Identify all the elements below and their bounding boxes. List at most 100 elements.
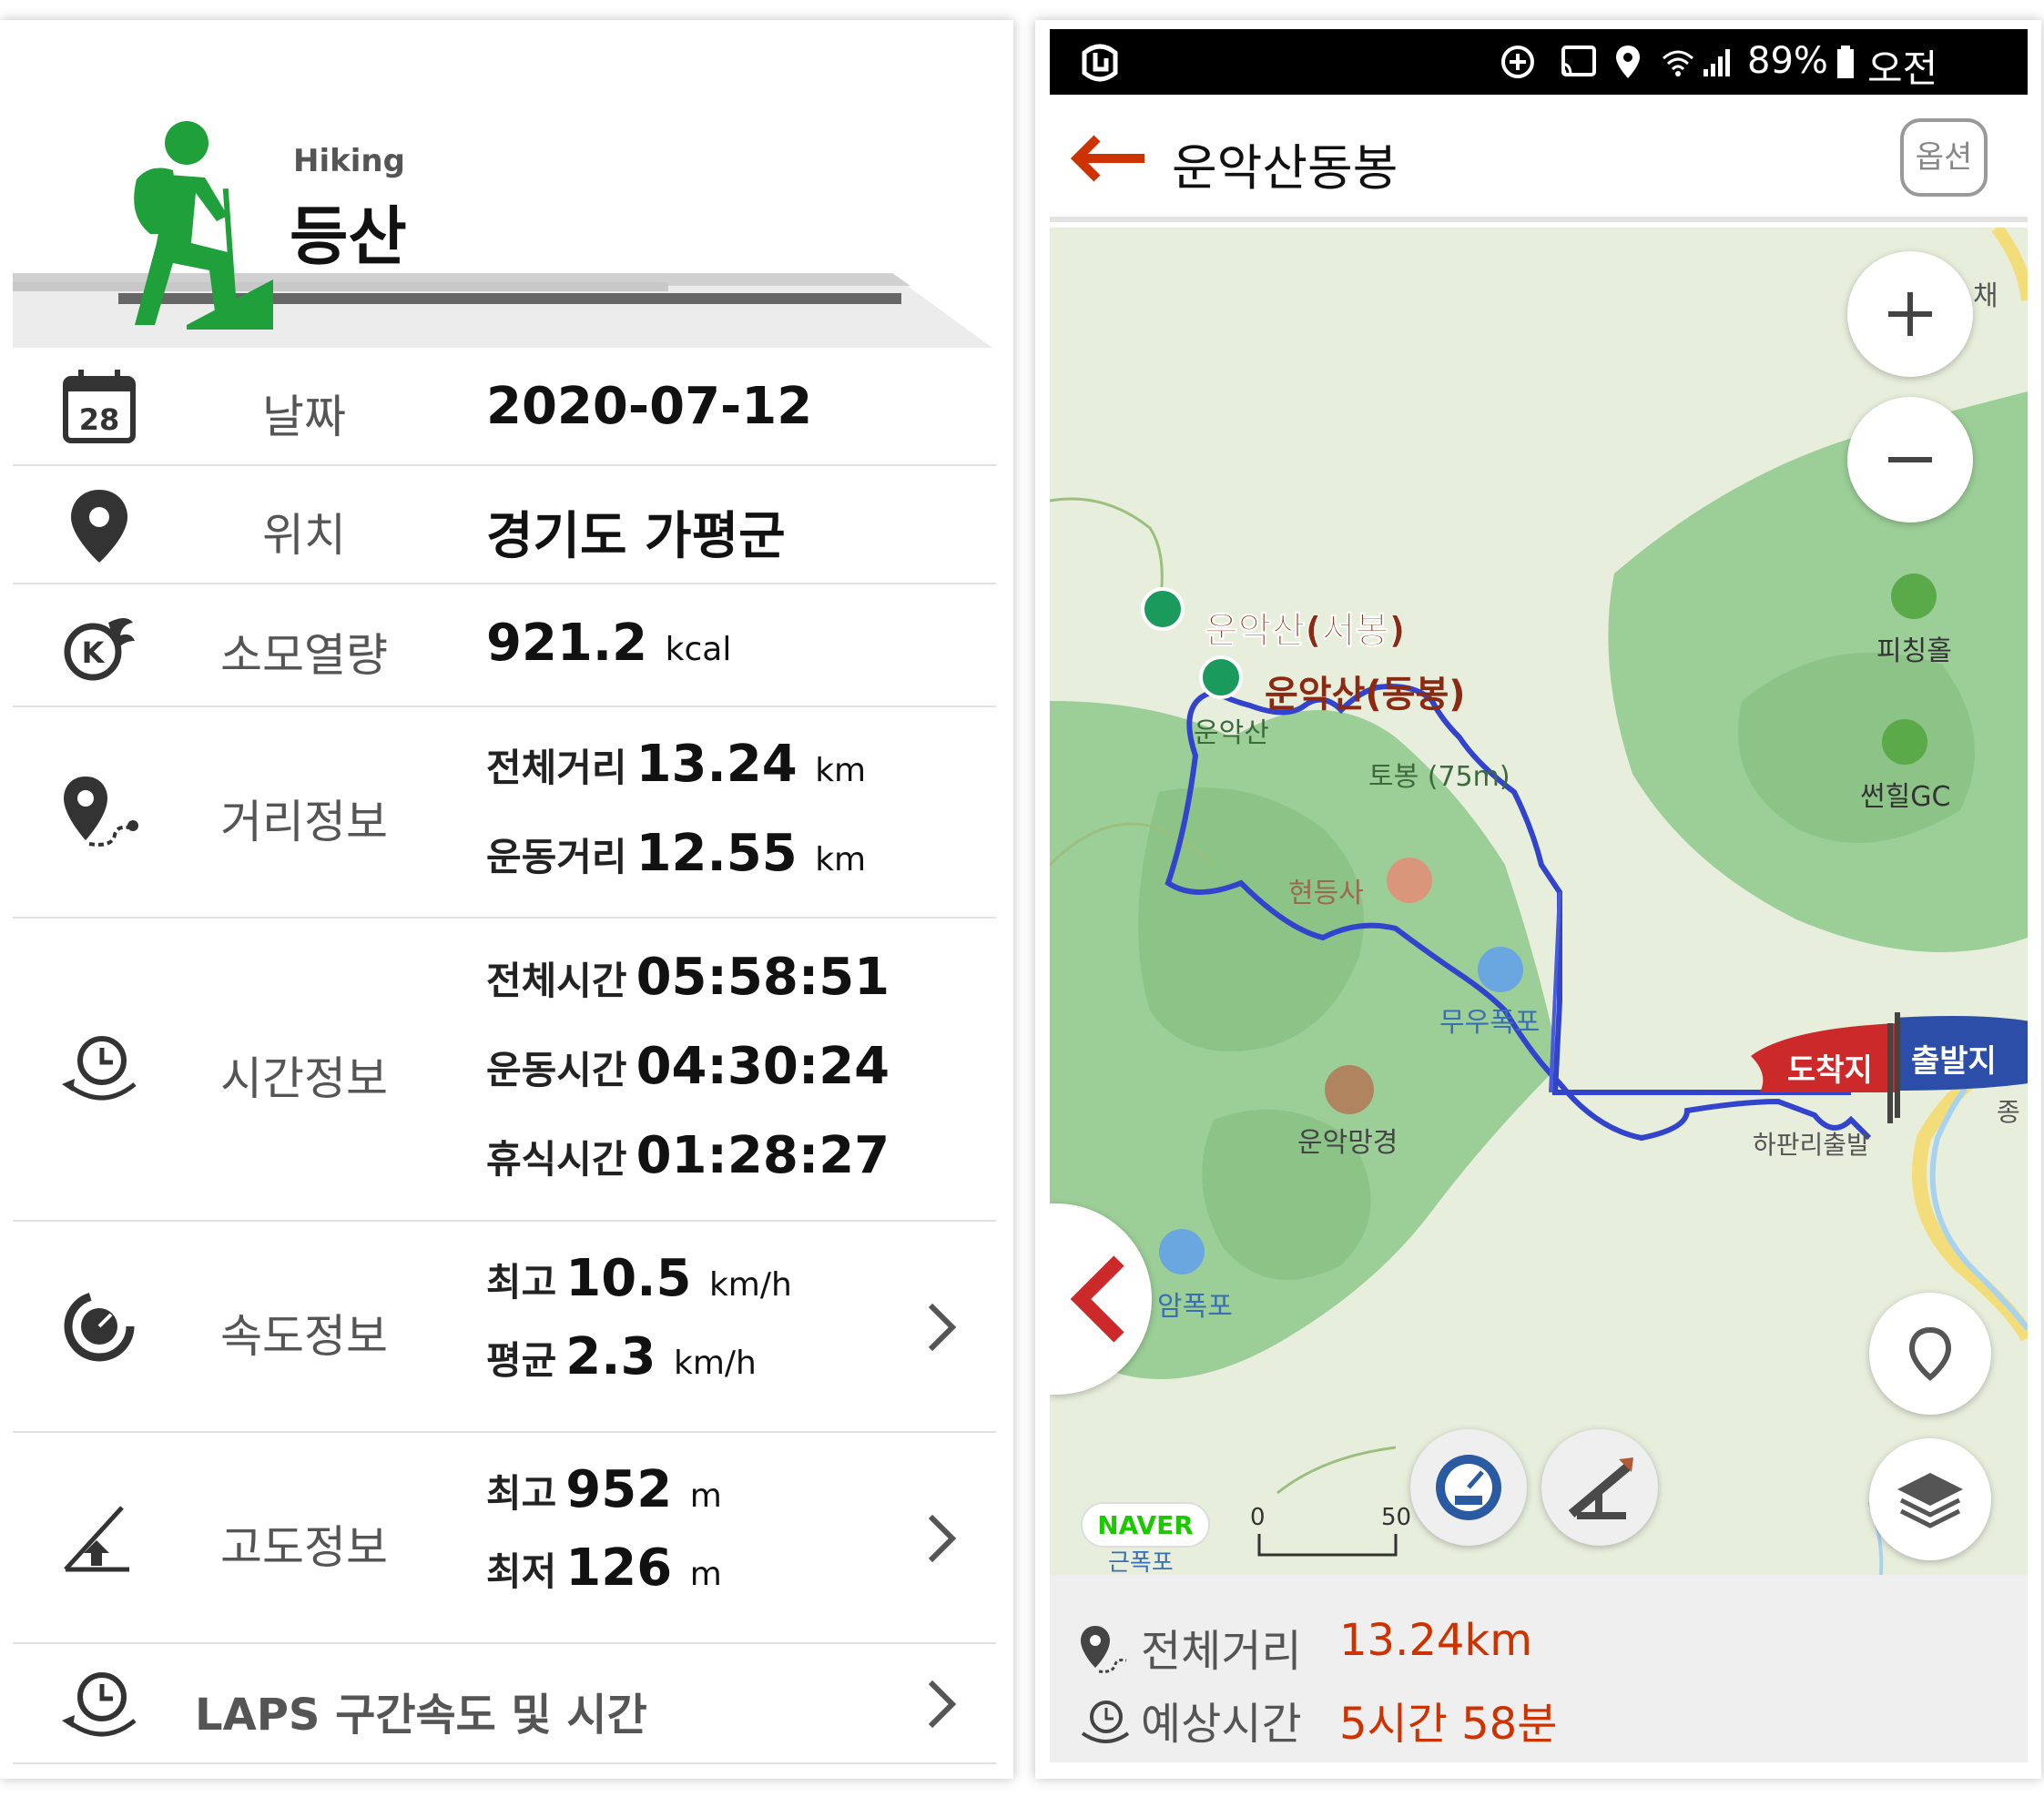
map-route-panel: 89% 오전 6:58 운악산동봉 옵션 [1035,20,2041,1779]
chevron-right-icon[interactable] [923,1300,960,1355]
max-speed-unit: km/h [708,1266,792,1304]
map-label-unaksan: 운악산 [1194,717,1269,749]
total-time-group: 전체시간 05:58:51 [486,948,890,1007]
distance-label: 거리정보 [220,796,388,848]
waterfall-icon[interactable] [1478,947,1523,992]
activity-subtitle: Hiking [293,143,405,179]
map-label-muu-waterfall: 무우폭포 [1439,1007,1541,1039]
map-label-ampokpo: 암폭포 [1157,1291,1233,1323]
golf-icon[interactable] [1882,719,1927,765]
moving-distance-unit: km [815,841,867,878]
map-label-chae: 채 [1973,280,1998,312]
minus-icon [1888,457,1932,462]
laps-row[interactable]: LAPS 구간속도 및 시간 [13,1644,996,1764]
altitude-slope-icon [64,1506,129,1572]
avg-speed-unit: km/h [673,1345,757,1382]
calendar-icon: 28 [63,370,136,443]
total-distance-unit: km [815,752,867,789]
elevation-slope-icon [1568,1457,1633,1519]
layers-icon [1897,1473,1963,1528]
clock-cycle-icon [1081,1701,1130,1743]
activity-summary-panel: Hiking 등산 28 날짜 2020-07-12 위치 경기도 가평군 K … [0,20,1013,1779]
time-label: 시간정보 [220,1052,388,1105]
clock-cycle-icon [62,1036,137,1101]
moving-time-value: 04:30:24 [636,1037,890,1096]
zoom-in-button[interactable] [1847,251,1973,377]
summary-time-value: 5시간 58분 [1339,1699,1558,1750]
peak-marker-seobong[interactable] [1141,587,1185,631]
moving-distance-label: 운동거리 [486,835,627,879]
avg-speed-value: 2.3 [565,1327,656,1386]
total-time-label: 전체시간 [486,959,627,1003]
waterfall-icon[interactable] [1159,1229,1205,1274]
moving-distance-value: 12.55 [636,824,798,883]
route-title: 운악산동봉 [1172,139,1398,197]
distance-route-icon [1081,1626,1127,1673]
map-label-sunhill: 썬힐GC [1860,781,1951,813]
altitude-label: 고도정보 [220,1521,388,1574]
departure-flag-label: 출발지 [1911,1043,1997,1080]
gps-icon [1616,46,1640,78]
viewpoint-icon[interactable] [1325,1065,1374,1114]
calories-value-group: 921.2 kcal [486,614,731,673]
signal-icon [1703,49,1730,76]
arrival-flag-label: 도착지 [1787,1052,1873,1089]
route-map[interactable]: 운악산(서봉) 운악산(동봉) 운악산 토봉 (75m) 현등사 무우폭포 운악… [1050,228,2028,1595]
naver-logo: NAVER [1081,1502,1210,1548]
svg-text:K: K [82,635,106,670]
calendar-icon-day: 28 [79,402,120,437]
temple-icon[interactable] [1387,858,1432,903]
chevron-left-icon [1070,1255,1124,1343]
chevron-right-icon[interactable] [923,1677,960,1731]
calories-row: K 소모열량 921.2 kcal [13,584,996,707]
golf-icon[interactable] [1891,574,1937,619]
cast-icon [1561,46,1596,76]
map-label-seobong: 운악산(서봉) [1205,610,1407,653]
map-label-mangyeong: 운악망경 [1297,1127,1398,1159]
peak-marker-dongbong[interactable] [1199,655,1243,699]
app-notification-icon [1082,44,1118,82]
calorie-flame-icon: K [64,618,135,681]
wifi-icon [1663,50,1693,76]
scale-label-zero: 0 [1250,1504,1266,1531]
min-altitude-label: 최저 [486,1549,557,1594]
total-distance-value: 13.24 [636,735,798,794]
map-layers-button[interactable] [1869,1438,1991,1560]
laps-clock-icon [62,1672,137,1737]
map-label-naver-sub: 근폭포 [1108,1549,1174,1577]
speed-label: 속도정보 [220,1310,388,1363]
speed-row[interactable]: 속도정보 최고 10.5 km/h 평균 2.3 km/h [13,1222,996,1433]
calories-label: 소모열량 [220,629,388,682]
elevation-mode-button[interactable] [1541,1429,1658,1546]
summary-time-label: 예상시간 [1141,1699,1302,1750]
altitude-row[interactable]: 고도정보 최고 952 m 최저 126 m [13,1433,996,1644]
speed-mode-button[interactable] [1410,1429,1527,1546]
max-altitude-group: 최고 952 m [486,1460,722,1519]
hiker-icon [134,121,273,330]
app-bar: 운악산동봉 옵션 [1050,95,2028,222]
calories-value: 921.2 [486,614,648,673]
moving-time-label: 운동시간 [486,1048,627,1092]
zoom-out-button[interactable] [1847,397,1973,523]
date-row: 28 날짜 2020-07-12 [13,348,996,466]
activity-header: Hiking 등산 [0,20,1013,348]
location-pin-icon [71,490,127,563]
moving-time-group: 운동시간 04:30:24 [486,1037,890,1096]
date-value: 2020-07-12 [486,377,813,436]
location-row: 위치 경기도 가평군 [13,466,996,584]
min-altitude-group: 최저 126 m [486,1538,722,1598]
map-label-dongbong: 운악산(동봉) [1265,674,1466,716]
distance-route-icon [64,777,138,847]
total-distance-group: 전체거리 13.24 km [486,735,866,794]
options-button[interactable]: 옵션 [1900,118,1988,197]
speedometer-icon [1436,1455,1501,1520]
map-label-tobong: 토봉 (75m) [1368,761,1510,793]
back-arrow-icon[interactable] [1068,131,1150,186]
chevron-right-icon[interactable] [923,1511,960,1566]
speedometer-icon [64,1291,135,1362]
map-label-hapan: 하판리출발 [1753,1130,1870,1160]
rest-time-label: 휴식시간 [486,1137,627,1182]
laps-label: LAPS 구간속도 및 시간 [195,1690,647,1741]
my-location-button[interactable] [1869,1293,1991,1415]
max-altitude-value: 952 [565,1460,673,1519]
